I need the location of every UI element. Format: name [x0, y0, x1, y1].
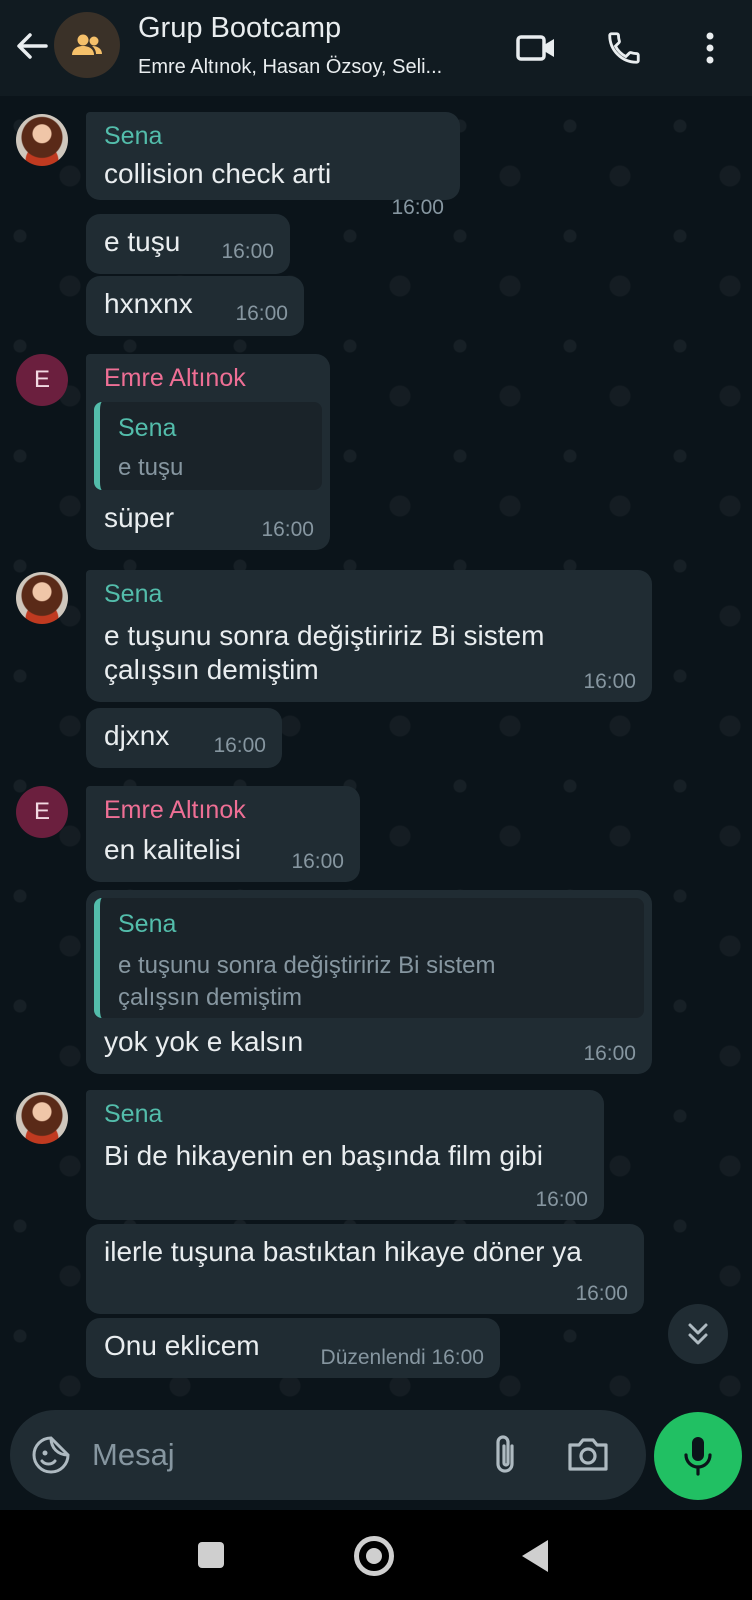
- home-icon[interactable]: [354, 1536, 394, 1576]
- mic-icon: [684, 1437, 712, 1476]
- message-bubble[interactable]: Onu eklicem Düzenlendi 16:00: [86, 1318, 500, 1378]
- recent-apps-icon[interactable]: [198, 1542, 224, 1568]
- message-text: Bi de hikayenin en başında film gibi: [104, 1140, 543, 1171]
- message-time: 16:00: [391, 196, 444, 219]
- scroll-down-icon: [688, 1323, 708, 1345]
- sender-name: Sena: [104, 1100, 163, 1128]
- emre-avatar[interactable]: E: [16, 354, 68, 406]
- chat-area[interactable]: Sena collision check arti 16:00 e tuşu 1…: [0, 96, 752, 1412]
- sender-name: Emre Altınok: [104, 364, 246, 392]
- message-bubble[interactable]: Emre Altınok Sena e tuşu süper 16:00: [86, 354, 330, 550]
- message-text: ilerle tuşuna bastıktan hikaye döner ya: [104, 1236, 582, 1267]
- message-bubble[interactable]: hxnxnx 16:00: [86, 276, 304, 336]
- chat-title[interactable]: Grup Bootcamp: [138, 12, 341, 45]
- group-icon: [72, 34, 102, 55]
- emre-avatar[interactable]: E: [16, 786, 68, 838]
- message-bubble[interactable]: e tuşu 16:00: [86, 214, 290, 274]
- message-bubble[interactable]: Sena Bi de hikayenin en başında film gib…: [86, 1090, 604, 1220]
- message-time: 16:00: [575, 1282, 628, 1305]
- message-text: en kalitelisi: [104, 834, 241, 865]
- message-text: Onu eklicem: [104, 1330, 260, 1361]
- message-bubble[interactable]: Sena e tuşunu sonra değiştiririz Bi sist…: [86, 890, 652, 1074]
- phone-icon[interactable]: [602, 26, 646, 70]
- message-time: Düzenlendi 16:00: [320, 1346, 484, 1369]
- message-bubble[interactable]: ilerle tuşuna bastıktan hikaye döner ya …: [86, 1224, 644, 1314]
- message-text: e tuşu: [104, 226, 181, 257]
- message-time: 16:00: [221, 240, 274, 263]
- message-bubble[interactable]: djxnx 16:00: [86, 708, 282, 768]
- scroll-down-button[interactable]: [668, 1304, 728, 1364]
- quoted-sender: Sena: [118, 910, 177, 938]
- message-time: 16:00: [291, 850, 344, 873]
- system-nav-bar: [0, 1510, 752, 1600]
- quoted-text: e tuşu: [118, 454, 184, 481]
- emoji-icon[interactable]: [30, 1434, 72, 1476]
- chat-header: Grup Bootcamp Emre Altınok, Hasan Özsoy,…: [0, 0, 752, 96]
- quoted-message[interactable]: Sena e tuşunu sonra değiştiririz Bi sist…: [94, 898, 644, 1018]
- message-time: 16:00: [583, 1042, 636, 1065]
- message-time: 16:00: [261, 518, 314, 541]
- message-text-line: çalışsın demiştim: [104, 654, 319, 685]
- message-time: 16:00: [213, 734, 266, 757]
- message-text: djxnx: [104, 720, 170, 751]
- message-time: 16:00: [535, 1188, 588, 1211]
- group-avatar[interactable]: [54, 12, 120, 78]
- quoted-sender: Sena: [118, 414, 177, 442]
- message-input[interactable]: Mesaj: [92, 1437, 175, 1473]
- message-text: hxnxnx: [104, 288, 193, 319]
- message-time: 16:00: [583, 670, 636, 693]
- sender-name: Sena: [104, 580, 163, 608]
- sena-avatar[interactable]: [16, 114, 68, 166]
- quoted-message[interactable]: Sena e tuşu: [94, 402, 322, 490]
- message-bubble[interactable]: Sena e tuşunu sonra değiştiririz Bi sist…: [86, 570, 652, 702]
- message-text-line: e tuşunu sonra değiştiririz Bi sistem: [104, 620, 545, 651]
- nav-back-icon[interactable]: [522, 1540, 548, 1572]
- message-input-bar[interactable]: Mesaj: [10, 1410, 646, 1500]
- attach-icon[interactable]: [486, 1432, 526, 1478]
- quoted-text-line: çalışsın demiştim: [118, 984, 303, 1011]
- chat-members[interactable]: Emre Altınok, Hasan Özsoy, Seli...: [138, 56, 442, 79]
- more-options-icon[interactable]: [688, 26, 732, 70]
- sender-name: Sena: [104, 122, 163, 150]
- mic-button[interactable]: [654, 1412, 742, 1500]
- sena-avatar[interactable]: [16, 572, 68, 624]
- message-text: yok yok e kalsın: [104, 1026, 304, 1057]
- sender-name: Emre Altınok: [104, 796, 246, 824]
- message-text: süper: [104, 502, 175, 533]
- message-bubble[interactable]: Sena collision check arti 16:00: [86, 112, 460, 219]
- quoted-text-line: e tuşunu sonra değiştiririz Bi sistem: [118, 952, 496, 979]
- back-arrow-icon[interactable]: [12, 26, 52, 66]
- sena-avatar[interactable]: [16, 1092, 68, 1144]
- camera-icon[interactable]: [566, 1434, 610, 1474]
- message-time: 16:00: [235, 302, 288, 325]
- message-text: collision check arti: [104, 158, 332, 189]
- video-call-icon[interactable]: [514, 26, 558, 70]
- message-bubble[interactable]: Emre Altınok en kalitelisi 16:00: [86, 786, 360, 882]
